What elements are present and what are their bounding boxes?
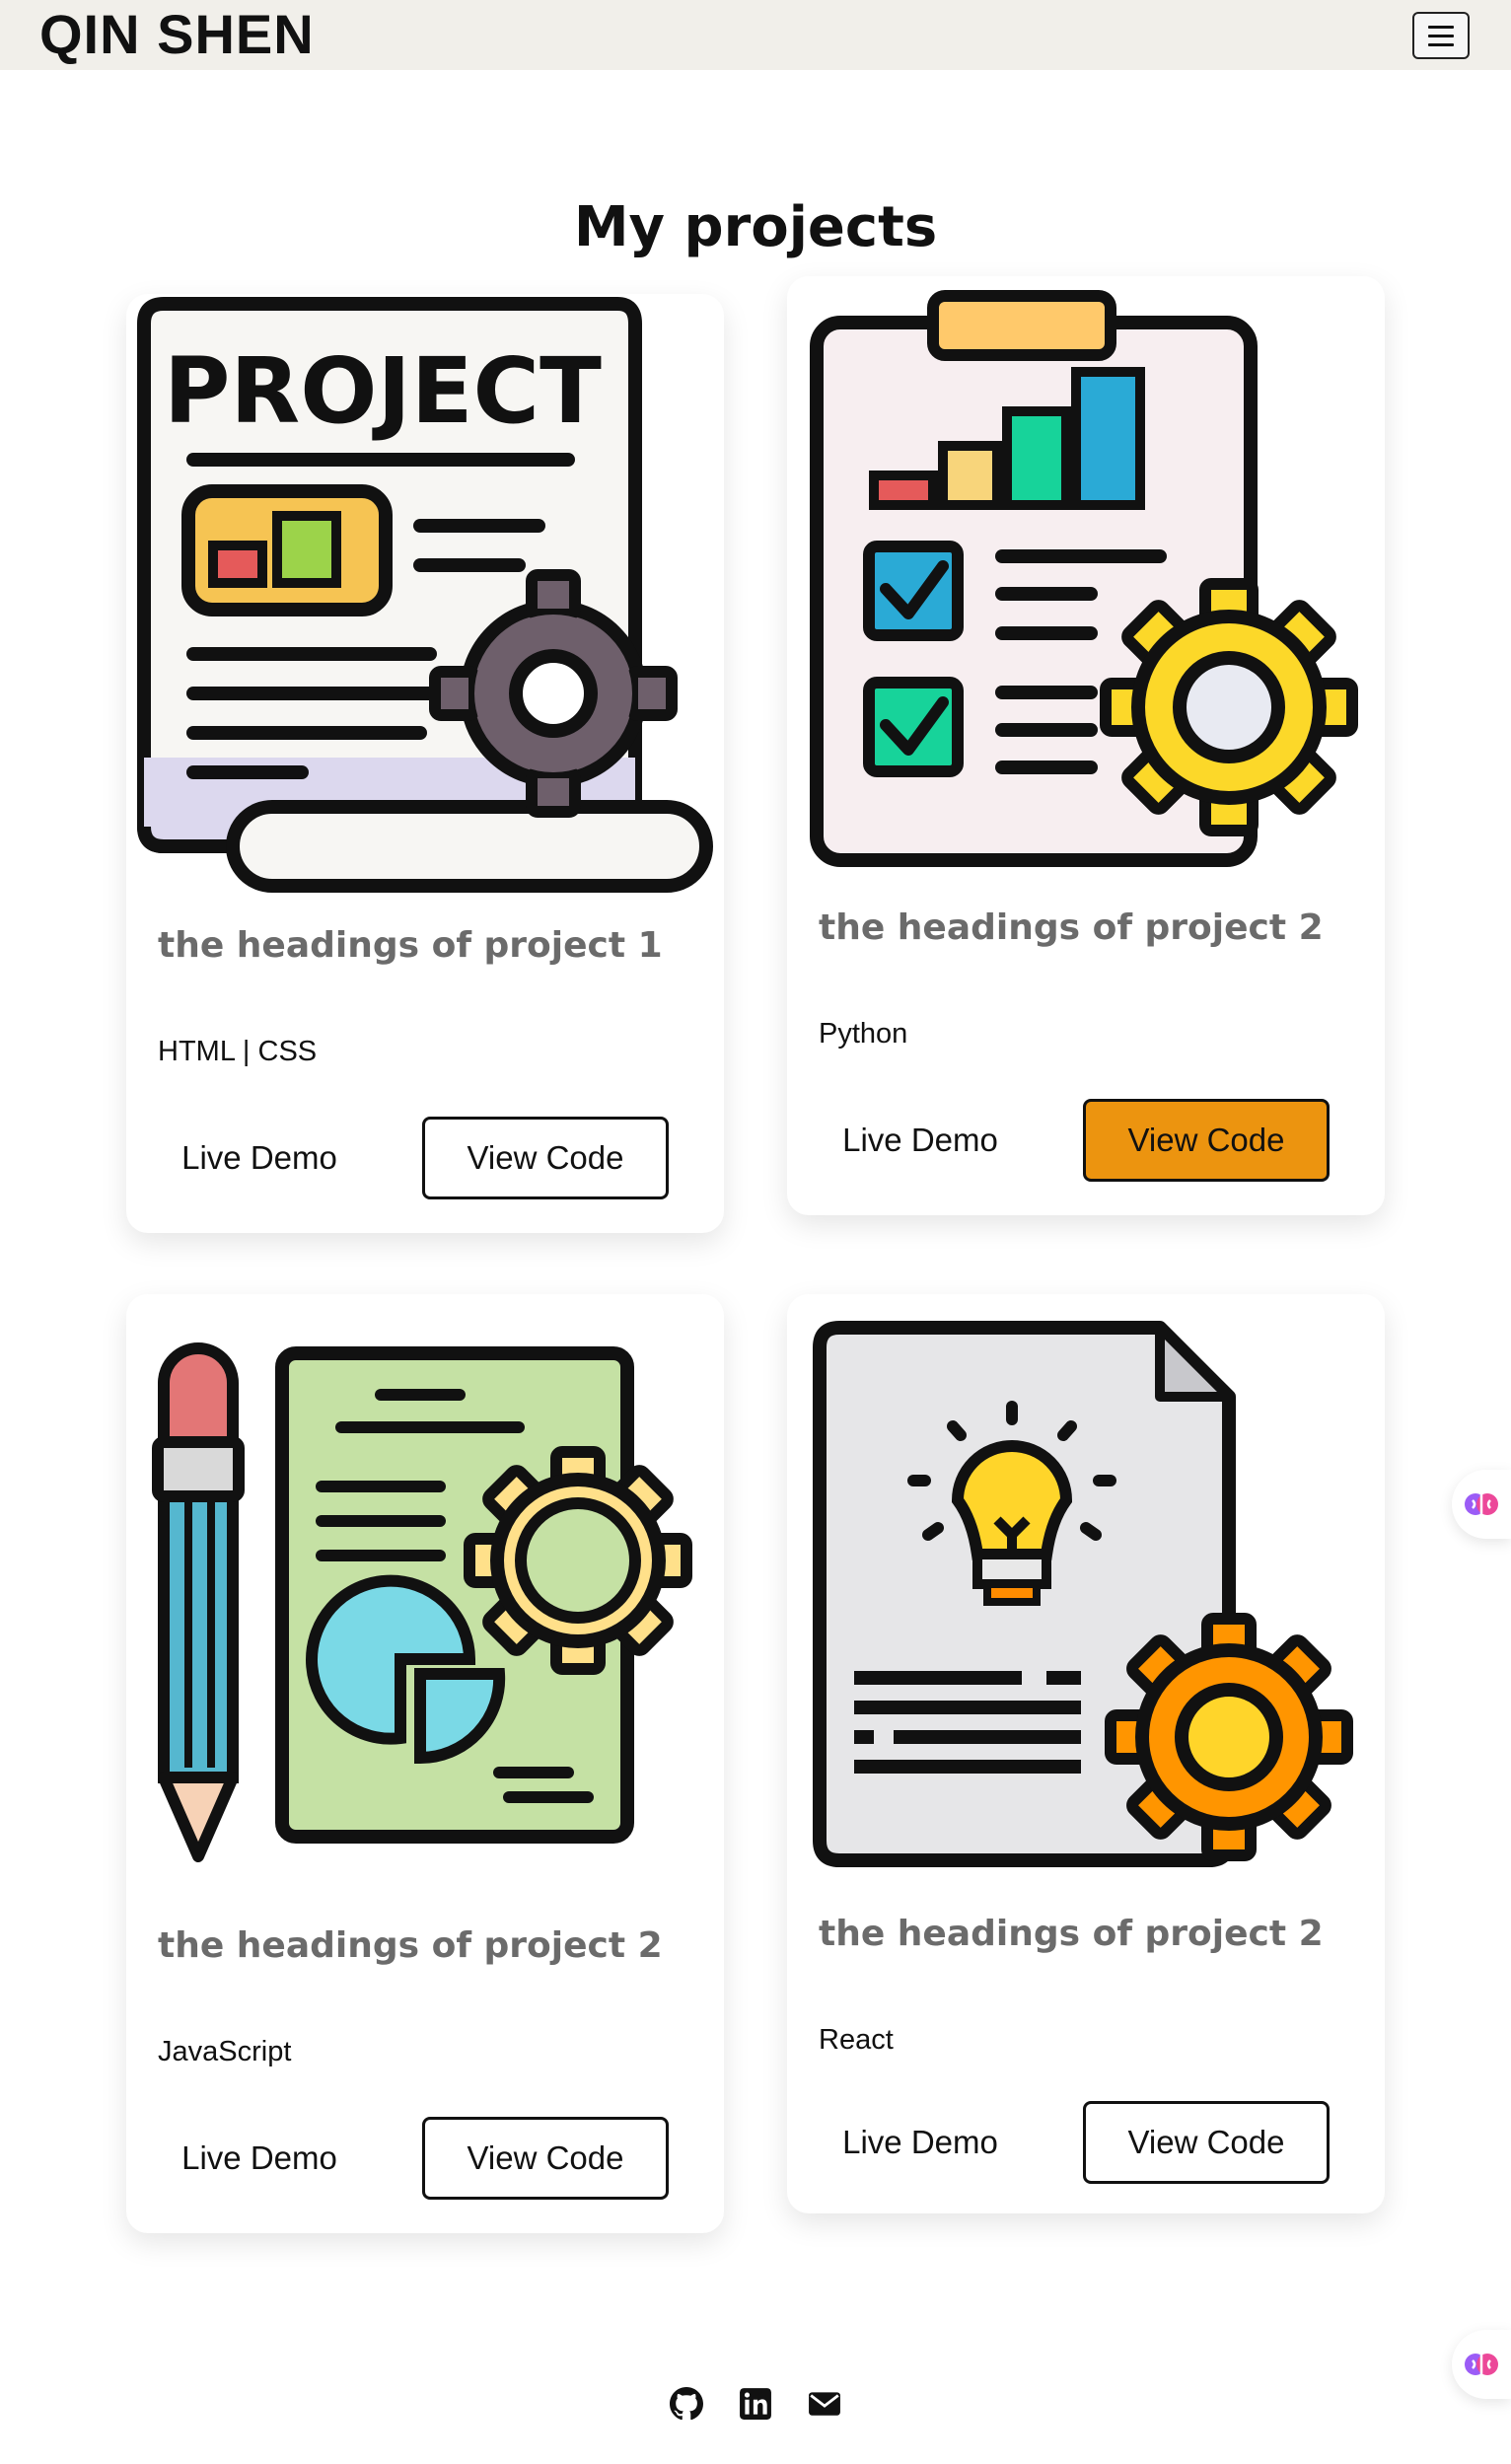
- brain-icon: [1465, 1493, 1498, 1515]
- project-heading: the headings of project 1: [158, 925, 663, 966]
- project-card-1: PROJECT the headings of project 1 HTML |…: [126, 294, 724, 1233]
- mail-icon[interactable]: [808, 2387, 841, 2421]
- project-heading: the headings of project 2: [158, 1925, 663, 1966]
- project-document-gear-icon: PROJECT: [137, 297, 713, 893]
- brain-icon: [1465, 2354, 1498, 2375]
- project-heading: the headings of project 2: [819, 1914, 1324, 1954]
- live-demo-button[interactable]: Live Demo: [166, 2117, 353, 2200]
- view-code-button[interactable]: View Code: [1083, 1099, 1330, 1182]
- view-code-button[interactable]: View Code: [422, 2117, 669, 2200]
- live-demo-button[interactable]: Live Demo: [827, 1099, 1014, 1182]
- view-code-button[interactable]: View Code: [422, 1117, 669, 1199]
- idea-document-gear-icon: [813, 1321, 1353, 1867]
- live-demo-button[interactable]: Live Demo: [827, 2101, 1014, 2184]
- project-tech: Python: [819, 1018, 908, 1050]
- pencil-report-gear-icon: [152, 1342, 692, 1862]
- project-tech: JavaScript: [158, 2036, 292, 2067]
- svg-text:PROJECT: PROJECT: [164, 338, 602, 444]
- view-code-button[interactable]: View Code: [1083, 2101, 1330, 2184]
- project-heading: the headings of project 2: [819, 907, 1324, 948]
- hamburger-icon: [1428, 25, 1454, 29]
- navbar: QIN SHEN: [0, 0, 1511, 70]
- menu-toggle-button[interactable]: [1412, 12, 1470, 59]
- github-icon[interactable]: [670, 2387, 703, 2421]
- clipboard-chart-gear-icon: [810, 290, 1358, 867]
- page-title: My projects: [573, 195, 938, 259]
- project-card-4: the headings of project 2 React Live Dem…: [787, 1294, 1385, 2213]
- project-tech: React: [819, 2024, 894, 2056]
- project-card-2: the headings of project 2 Python Live De…: [787, 276, 1385, 1215]
- project-tech: HTML | CSS: [158, 1036, 318, 1067]
- project-card-3: the headings of project 2 JavaScript Liv…: [126, 1294, 724, 2233]
- assistant-widget-button[interactable]: [1452, 1470, 1511, 1539]
- linkedin-icon[interactable]: [739, 2387, 772, 2421]
- footer-social-links: [0, 2387, 1511, 2421]
- brand-logo[interactable]: QIN SHEN: [39, 2, 315, 67]
- live-demo-button[interactable]: Live Demo: [166, 1117, 353, 1199]
